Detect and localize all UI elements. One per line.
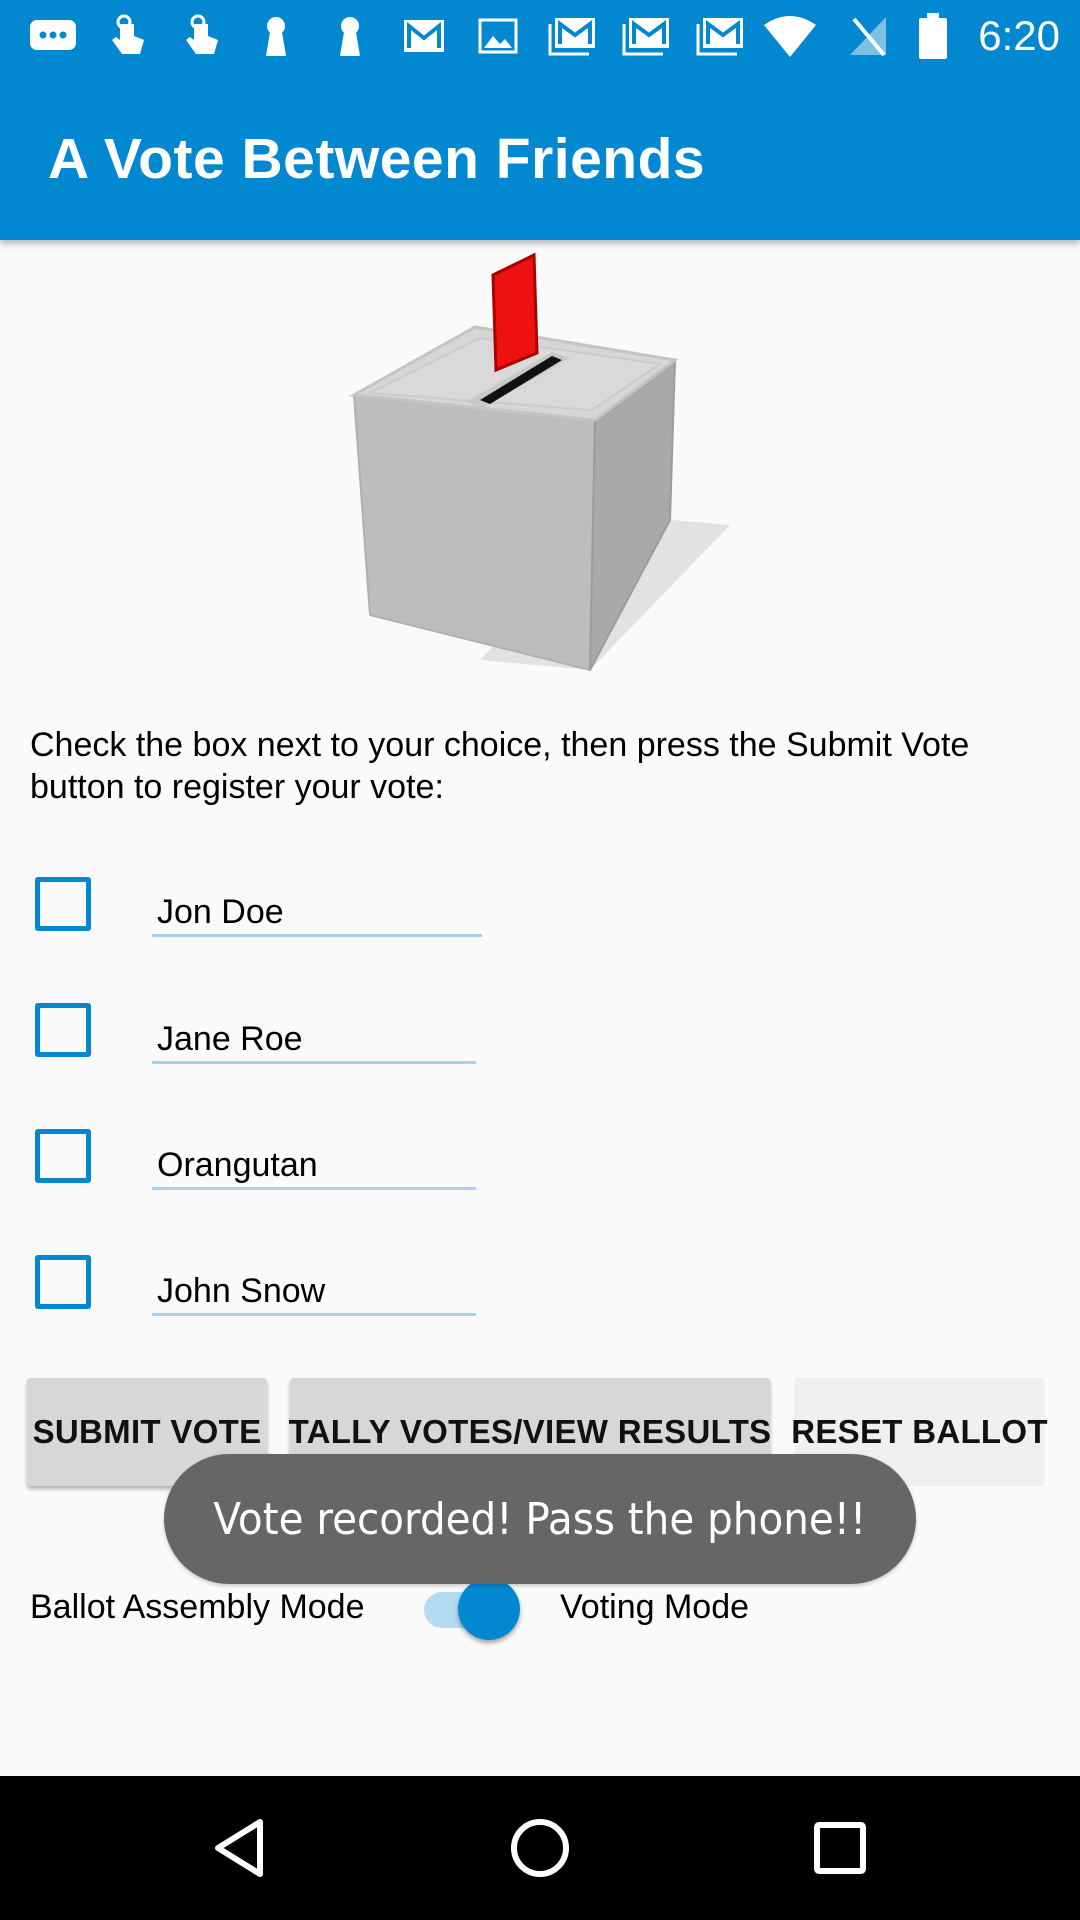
choice-row: Orangutan [0,1106,1080,1206]
choice-row: Jon Doe [0,855,1080,955]
mode-toggle-switch[interactable] [424,1578,520,1640]
battery-icon [919,13,948,59]
navigation-bar [0,1776,1080,1920]
choice-label: Orangutan [157,1146,318,1184]
choice-label: Jane Roe [157,1020,303,1058]
switch-thumb[interactable] [458,1578,520,1640]
choice-label: Jon Doe [157,893,284,931]
recents-icon [814,1822,866,1874]
voting-mode-label: Voting Mode [560,1588,750,1626]
choice-checkbox[interactable] [35,877,91,931]
choice-name-field[interactable]: Jon Doe [152,873,482,937]
home-button[interactable] [490,1798,590,1898]
wifi-icon [764,16,817,57]
status-bar: 6:20 [0,0,1080,72]
choice-row: John Snow [0,1232,1080,1332]
gmail-stack-icon [694,14,746,58]
choice-row: Jane Roe [0,980,1080,1080]
home-icon [511,1819,569,1877]
keyhole-icon [324,14,376,58]
choice-name-field[interactable]: John Snow [152,1252,476,1316]
touch-icon [176,14,228,58]
back-button[interactable] [190,1798,290,1898]
notification-icons [28,14,746,58]
no-signal-icon [850,17,887,57]
app-title: A Vote Between Friends [48,127,706,191]
choice-checkbox[interactable] [35,1129,91,1183]
keyhole-icon [250,14,302,58]
toast-message: Vote recorded! Pass the phone!! [164,1454,916,1584]
choice-label: John Snow [157,1272,326,1310]
ballot-assembly-mode-label: Ballot Assembly Mode [30,1588,365,1626]
choice-checkbox[interactable] [35,1255,91,1309]
choice-name-field[interactable]: Jane Roe [152,1000,476,1064]
toast-text: Vote recorded! Pass the phone!! [213,1493,867,1545]
app-bar: A Vote Between Friends [0,72,1080,240]
touch-icon [102,14,154,58]
gmail-stack-icon [620,14,672,58]
clock: 6:20 [978,12,1060,59]
gmail-stack-icon [546,14,598,58]
choice-checkbox[interactable] [35,1003,91,1057]
gmail-icon [398,14,450,58]
back-icon [215,1819,263,1877]
recents-button[interactable] [790,1798,890,1898]
choice-name-field[interactable]: Orangutan [152,1126,476,1190]
message-icon [28,14,80,58]
system-icons: 6:20 [762,0,1060,72]
instructions-text: Check the box next to your choice, then … [30,726,970,806]
image-icon [472,14,524,58]
ballot-box-image [330,240,750,680]
